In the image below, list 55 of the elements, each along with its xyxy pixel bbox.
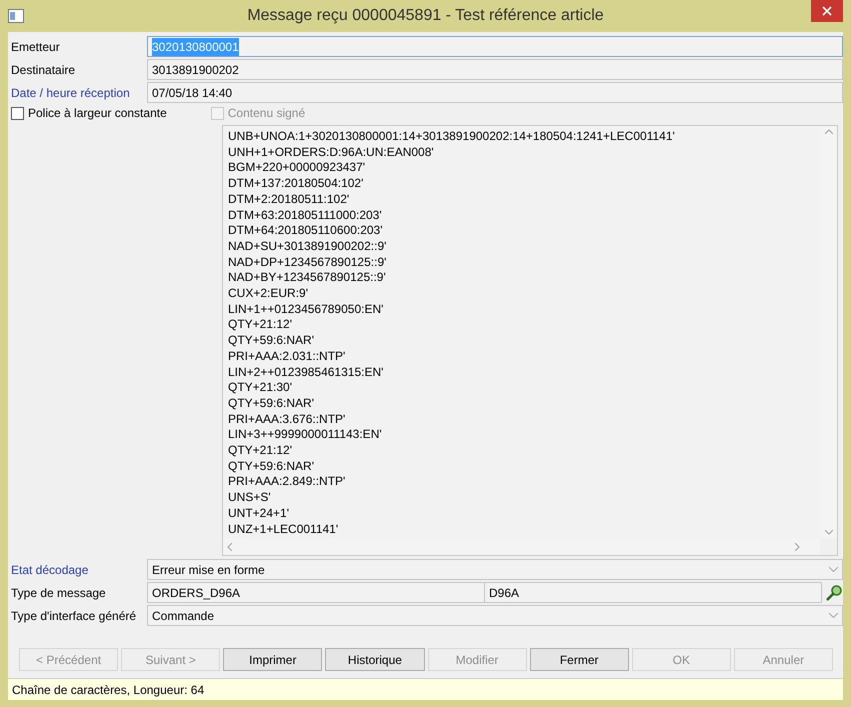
message-line: BGM+220+00000923437' (228, 160, 366, 176)
message-line: QTY+59:6:NAR' (228, 458, 315, 474)
checkbox[interactable] (11, 106, 24, 120)
message-text-area[interactable] (222, 125, 838, 556)
scroll-right-icon[interactable] (795, 542, 800, 550)
message-line: QTY+21:30' (228, 380, 293, 396)
message-line: UNB+UNOA:1+3020130800001:14+3013891900202:14+180504:1241+LEC001141' (228, 129, 676, 145)
field-link-label[interactable]: Date / heure réception (11, 82, 147, 102)
field-label: Type d'interface généré (11, 608, 138, 624)
message-line: PRI+AAA:2.031::NTP' (228, 348, 346, 365)
dialog-button[interactable]: Historique (325, 648, 424, 671)
scroll-left-icon[interactable] (227, 542, 232, 550)
message-line: NAD+BY+1234567890125::9' (228, 270, 387, 286)
status-text: Chaîne de caractères, Longueur: 64 (12, 682, 204, 698)
dialog-button[interactable]: Imprimer (223, 648, 322, 671)
message-line: LIN+1++0123456789050:EN' (228, 302, 384, 318)
search-icon[interactable] (826, 584, 843, 601)
message-line: LIN+2++0123985461315:EN' (228, 364, 384, 380)
text-field[interactable]: 07/05/18 14:40 (147, 82, 843, 103)
message-line: QTY+59:6:NAR' (228, 333, 315, 349)
window-title: Message reçu 0000045891 - Test référence article (246, 6, 605, 26)
text-field[interactable]: D96A (484, 582, 822, 603)
message-line: DTM+137:20180504:102' (228, 176, 364, 192)
field-label: Type de message (11, 584, 107, 602)
message-line: QTY+21:12' (228, 317, 293, 334)
dropdown-field[interactable]: Erreur mise en forme (147, 559, 843, 580)
message-line: UNH+1+ORDERS:D:96A:UN:EAN008' (228, 144, 435, 160)
checkbox-label[interactable]: Police à largeur constante (28, 104, 167, 122)
message-line: PRI+AAA:2.849::NTP' (228, 474, 346, 490)
message-line: DTM+64:201805110600:203' (228, 223, 384, 239)
message-line: CUX+2:EUR:9' (228, 286, 309, 302)
message-line: NAD+SU+3013891900202::9' (228, 238, 388, 255)
message-line: DTM+2:20180511:102' (228, 192, 350, 208)
close-button[interactable] (811, 0, 843, 22)
close-icon (822, 6, 832, 16)
field-label: Emetteur (11, 38, 61, 56)
message-line: UNZ+1+LEC001141' (228, 522, 340, 538)
scroll-up-icon[interactable] (824, 129, 832, 134)
message-line: DTM+63:201805111000:203' (228, 208, 383, 224)
message-line: QTY+21:12' (228, 443, 293, 459)
field-label: Destinataire (11, 62, 76, 78)
text-field[interactable]: 3013891900202 (147, 59, 843, 80)
scroll-down-icon[interactable] (824, 530, 832, 535)
field-link-label[interactable]: Etat décodage (11, 560, 147, 580)
checkbox-label: Contenu signé (228, 105, 306, 122)
message-line: UNT+24+1' (228, 506, 290, 522)
message-line: NAD+DP+1234567890125::9' (228, 254, 388, 270)
app-icon (8, 9, 24, 23)
dialog-button[interactable]: Fermer (530, 648, 629, 671)
message-line: PRI+AAA:3.676::NTP' (228, 412, 346, 428)
message-line: LIN+3++9999000011143:EN' (228, 427, 383, 444)
message-line: UNS+S' (228, 490, 272, 506)
dropdown-field[interactable]: Commande (147, 605, 843, 626)
message-line: QTY+59:6:NAR' (228, 396, 315, 412)
text-field[interactable]: ORDERS_D96A (147, 582, 484, 603)
